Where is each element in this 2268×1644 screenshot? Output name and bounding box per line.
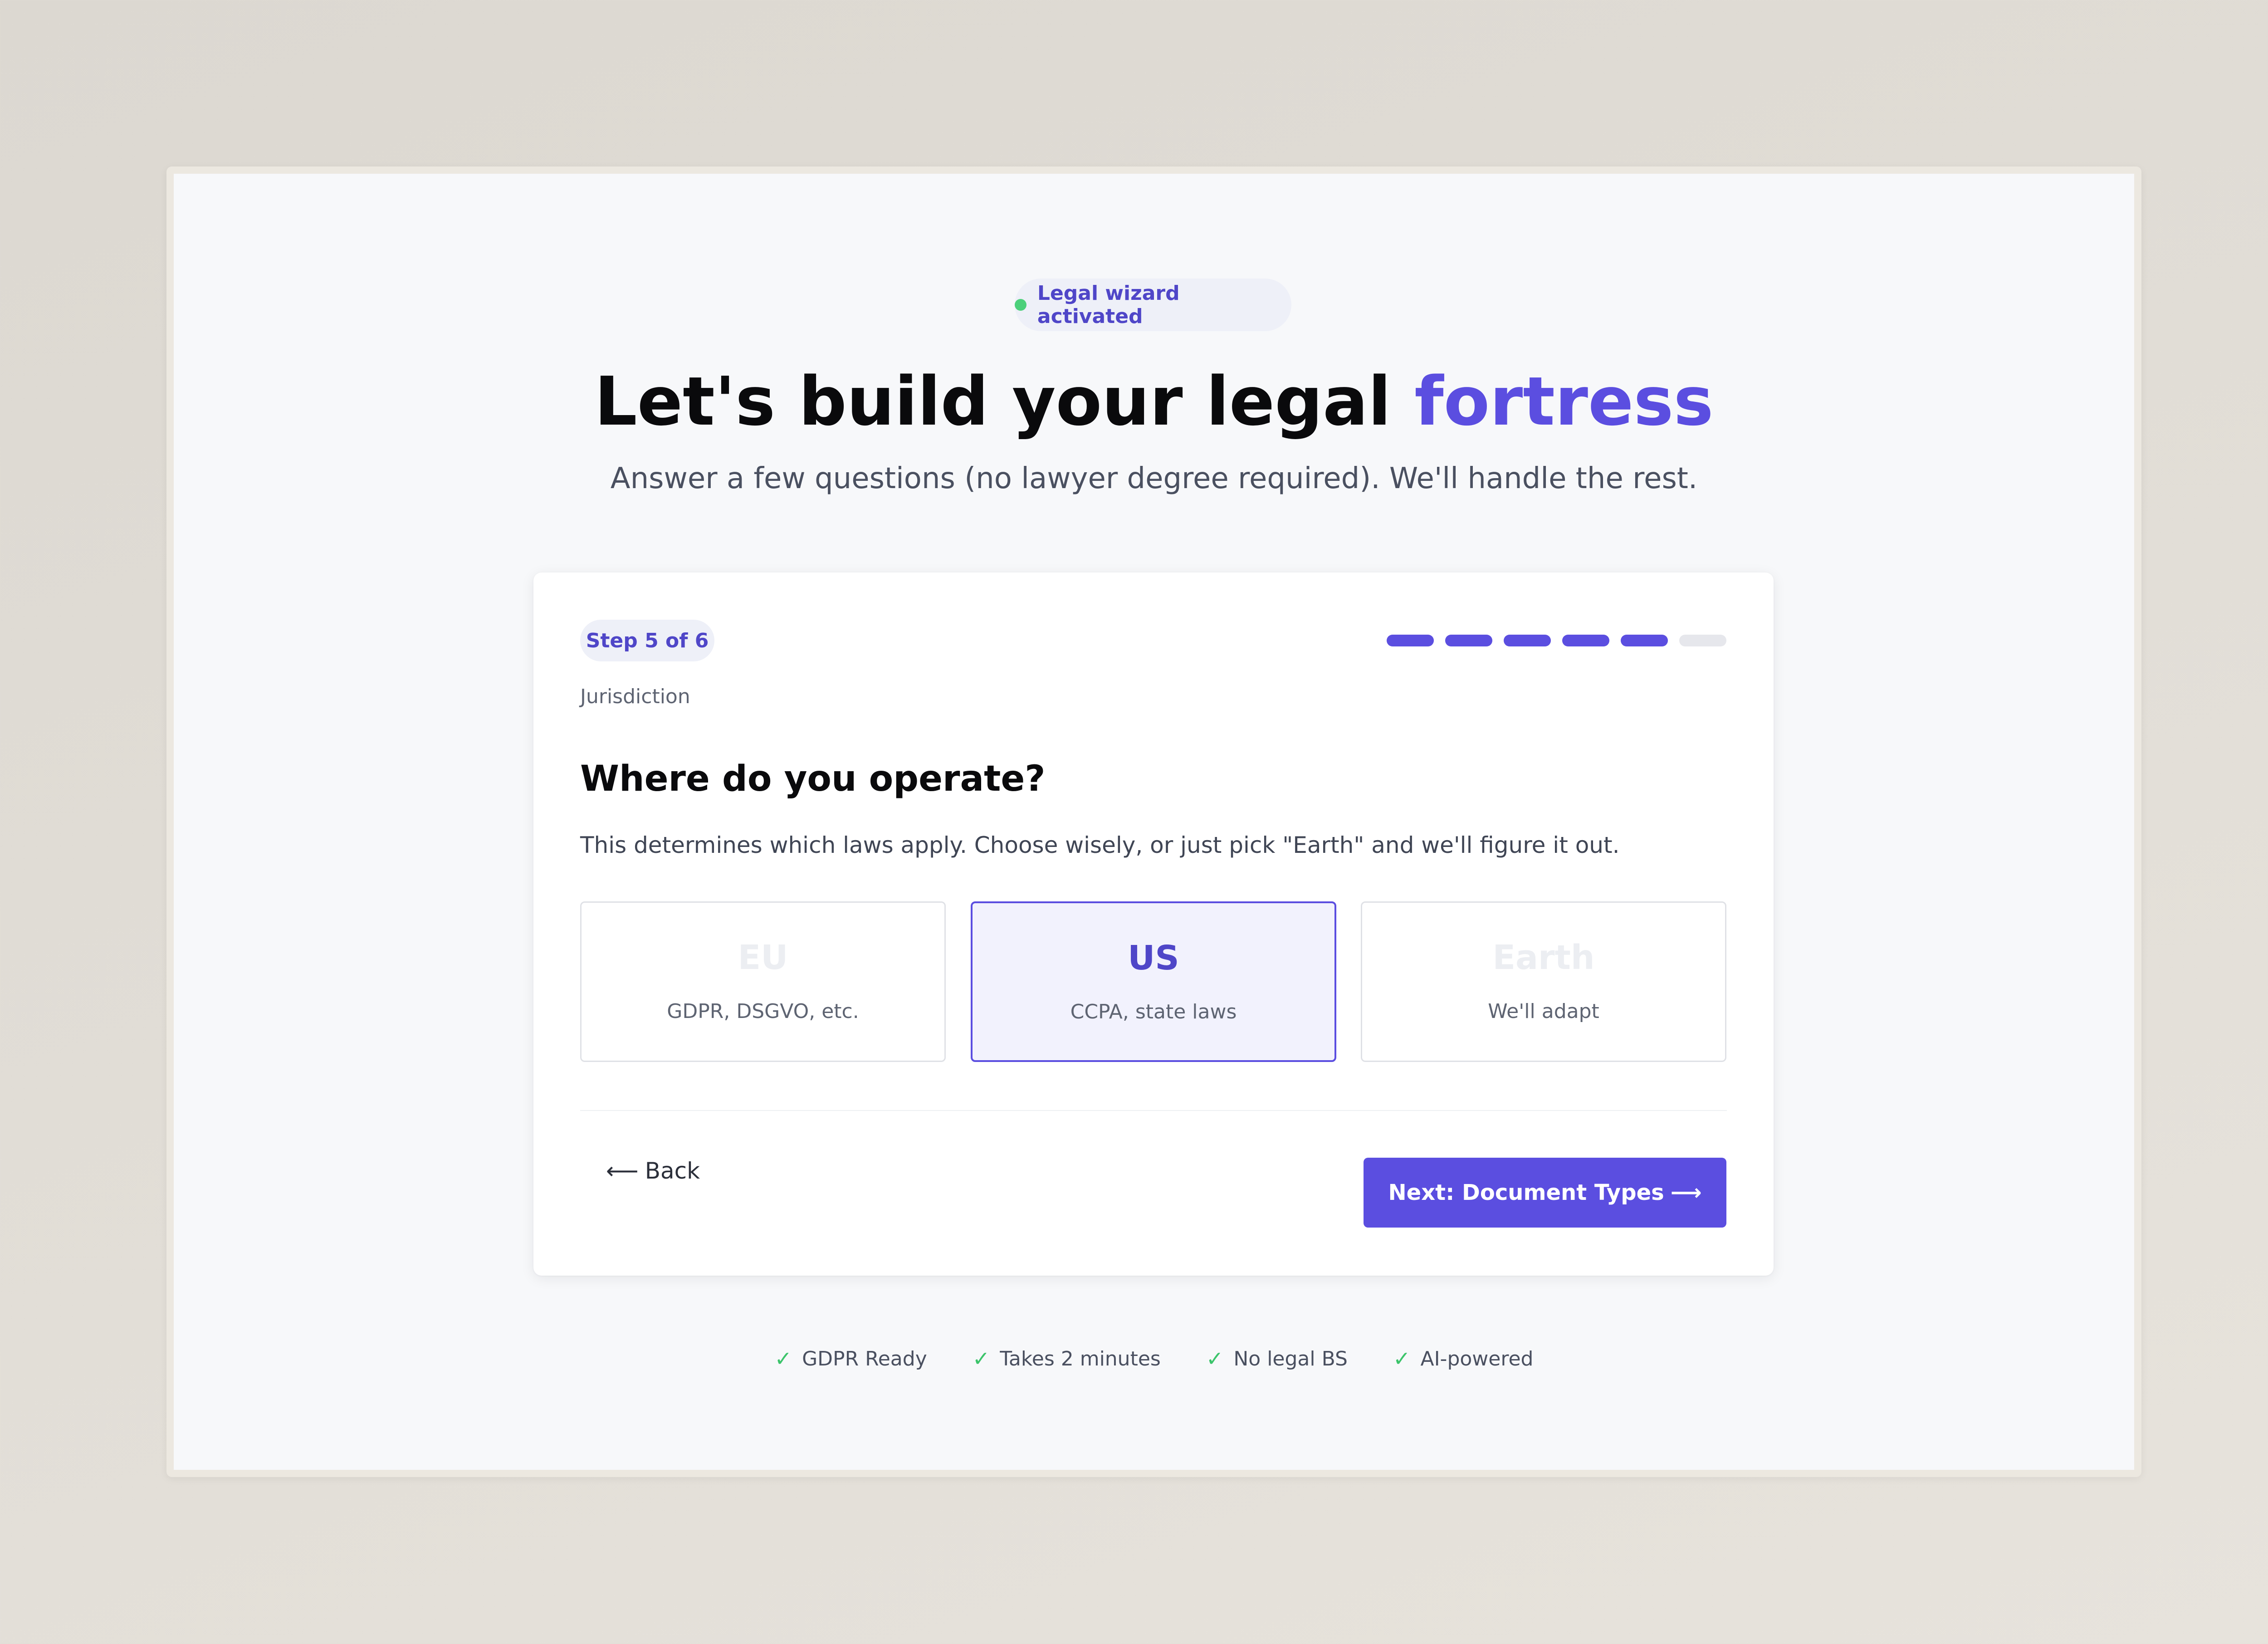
wizard-card: Step 5 of 6 Jurisdiction Where do you op… bbox=[533, 572, 1774, 1276]
feature-label: GDPR Ready bbox=[802, 1347, 927, 1370]
feature-list: ✓ GDPR Ready ✓ Takes 2 minutes ✓ No lega… bbox=[0, 1346, 2268, 1371]
feature-label: Takes 2 minutes bbox=[1000, 1347, 1161, 1370]
page-title-accent-text: fortress bbox=[1414, 362, 1714, 440]
back-button-label: Back bbox=[645, 1158, 700, 1184]
back-button[interactable]: ⟵ Back bbox=[606, 1158, 700, 1184]
section-label: Jurisdiction bbox=[580, 685, 690, 708]
feature-label: AI-powered bbox=[1420, 1347, 1534, 1370]
page-subtitle: Answer a few questions (no lawyer degree… bbox=[610, 462, 1698, 495]
progress-segment-1 bbox=[1387, 635, 1434, 646]
option-us[interactable]: US CCPA, state laws bbox=[971, 901, 1336, 1062]
check-icon: ✓ bbox=[1393, 1346, 1411, 1371]
option-eu-subtitle: GDPR, DSGVO, etc. bbox=[667, 1000, 859, 1023]
feature-item: ✓ GDPR Ready bbox=[775, 1346, 927, 1371]
feature-label: No legal BS bbox=[1233, 1347, 1348, 1370]
arrow-left-icon: ⟵ bbox=[606, 1158, 639, 1184]
page-title-accent: fortress bbox=[1414, 354, 1715, 449]
progress-segment-2 bbox=[1445, 635, 1492, 646]
progress-segment-4 bbox=[1562, 635, 1609, 646]
arrow-right-icon: ⟶ bbox=[1670, 1180, 1702, 1205]
feature-item: ✓ AI-powered bbox=[1393, 1346, 1534, 1371]
question-heading: Where do you operate? bbox=[580, 758, 1046, 799]
status-badge-label: Legal wizard activated bbox=[1037, 282, 1180, 328]
option-earth[interactable]: Earth We'll adapt bbox=[1361, 901, 1726, 1062]
check-icon: ✓ bbox=[1206, 1346, 1224, 1371]
option-earth-title: Earth bbox=[1492, 938, 1595, 977]
question-description: This determines which laws apply. Choose… bbox=[580, 832, 1620, 858]
status-dot-icon bbox=[1015, 299, 1026, 311]
progress-segment-6 bbox=[1679, 635, 1726, 646]
feature-item: ✓ No legal BS bbox=[1206, 1346, 1348, 1371]
progress-segment-5 bbox=[1621, 635, 1668, 646]
option-us-title: US bbox=[1128, 939, 1179, 978]
feature-item: ✓ Takes 2 minutes bbox=[973, 1346, 1161, 1371]
step-indicator: Step 5 of 6 bbox=[580, 620, 714, 661]
divider bbox=[580, 1110, 1727, 1111]
page-title: Let's build your legal fortress bbox=[0, 354, 2268, 449]
progress-bar bbox=[1387, 635, 1726, 646]
option-eu[interactable]: EU GDPR, DSGVO, etc. bbox=[580, 901, 946, 1062]
next-button-label: Next: Document Types bbox=[1388, 1180, 1664, 1205]
next-button[interactable]: Next: Document Types ⟶ bbox=[1364, 1158, 1726, 1228]
option-eu-title: EU bbox=[738, 938, 788, 977]
check-icon: ✓ bbox=[972, 1346, 990, 1371]
check-icon: ✓ bbox=[774, 1346, 792, 1371]
progress-segment-3 bbox=[1504, 635, 1551, 646]
option-earth-subtitle: We'll adapt bbox=[1488, 1000, 1599, 1023]
page-title-prefix: Let's build your legal bbox=[594, 362, 1415, 440]
status-badge: Legal wizard activated bbox=[1015, 279, 1291, 331]
option-us-subtitle: CCPA, state laws bbox=[1070, 1000, 1237, 1023]
